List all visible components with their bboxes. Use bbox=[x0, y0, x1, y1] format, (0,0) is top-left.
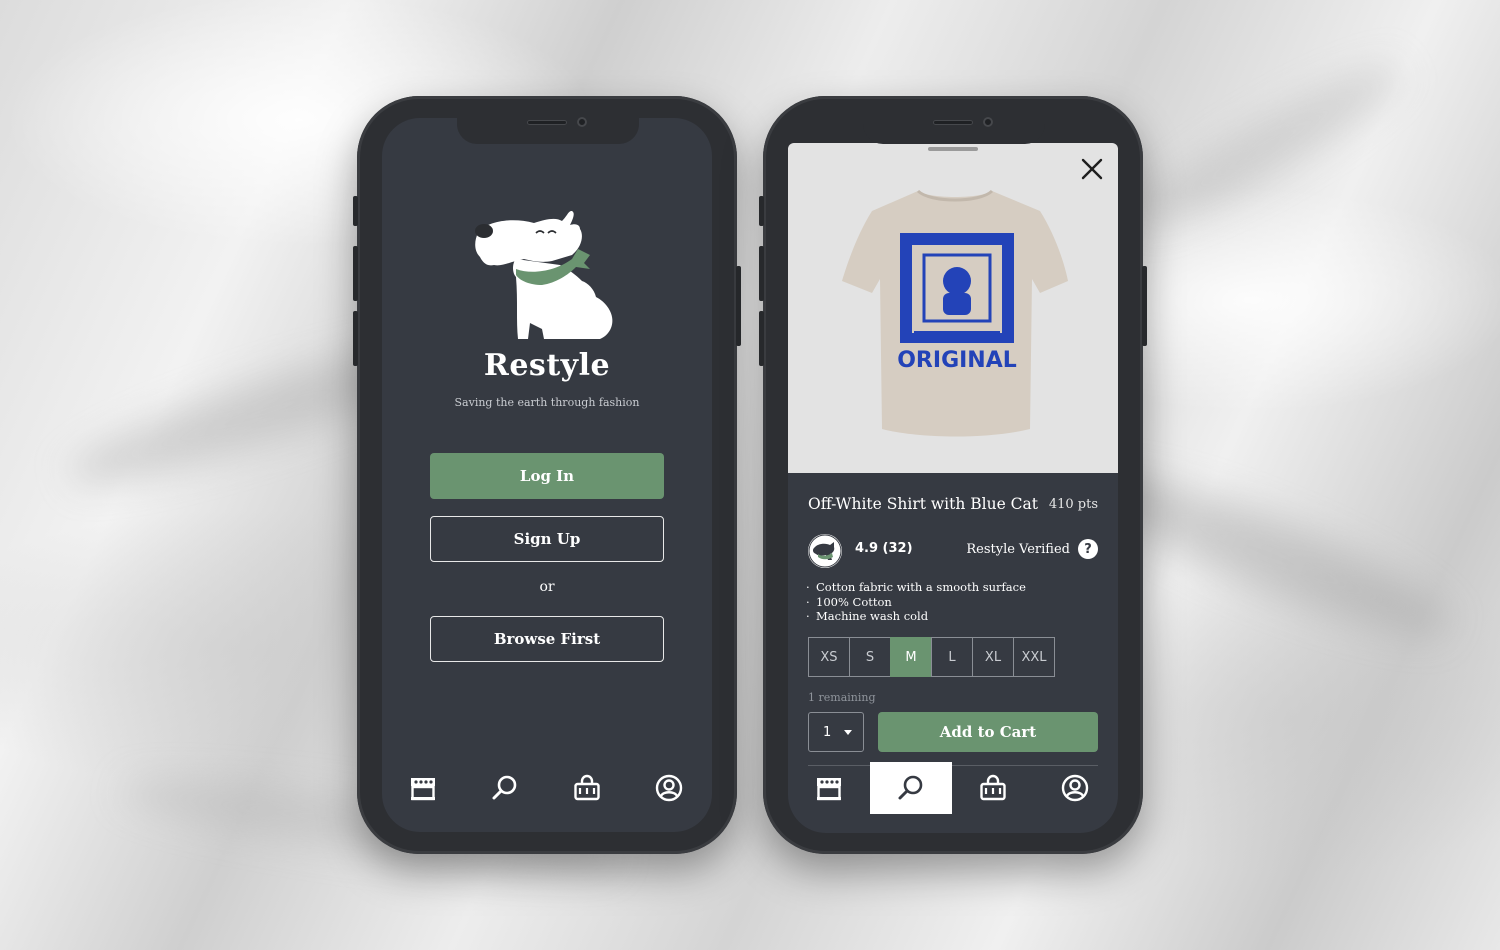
profile-icon bbox=[1061, 774, 1089, 802]
profile-icon bbox=[655, 774, 683, 802]
size-option-l[interactable]: L bbox=[931, 637, 973, 677]
search-icon bbox=[492, 775, 517, 800]
dog-logo-icon bbox=[475, 211, 613, 339]
seller-avatar[interactable] bbox=[808, 534, 842, 568]
tab-profile[interactable] bbox=[1034, 762, 1116, 814]
phone-notch bbox=[457, 117, 639, 144]
sheet-drag-handle[interactable] bbox=[928, 147, 978, 151]
app-tagline: Saving the earth through fashion bbox=[454, 396, 640, 409]
search-icon bbox=[898, 775, 923, 800]
detail-item: 100% Cotton bbox=[806, 595, 1026, 610]
size-option-m[interactable]: M bbox=[890, 637, 932, 677]
size-option-xxl[interactable]: XXL bbox=[1013, 637, 1055, 677]
detail-item: Machine wash cold bbox=[806, 609, 1026, 624]
quantity-select[interactable]: 1 bbox=[808, 712, 864, 752]
tab-search[interactable] bbox=[464, 762, 546, 814]
app-name: Restyle bbox=[483, 348, 611, 383]
bag-icon bbox=[980, 774, 1006, 801]
quantity-value: 1 bbox=[823, 724, 832, 740]
tab-search[interactable] bbox=[870, 762, 952, 814]
help-icon[interactable]: ? bbox=[1078, 539, 1098, 559]
tab-bag[interactable] bbox=[546, 762, 628, 814]
tab-bag[interactable] bbox=[952, 762, 1034, 814]
phone-product: ORIGINAL Off-White Shirt with Blue Cat 4… bbox=[759, 96, 1147, 854]
product-title: Off-White Shirt with Blue Cat bbox=[808, 495, 1039, 513]
seller-rating: 4.9 (32) bbox=[855, 541, 913, 556]
caret-down-icon bbox=[844, 730, 852, 735]
tab-bar bbox=[788, 762, 1118, 832]
product-details-list: Cotton fabric with a smooth surface 100%… bbox=[806, 580, 1026, 624]
size-selector: XS S M L XL XXL bbox=[808, 637, 1055, 677]
tab-shop[interactable] bbox=[382, 762, 464, 814]
verified-label: Restyle Verified bbox=[966, 542, 1070, 557]
phone-notch bbox=[863, 117, 1045, 144]
tab-bar bbox=[382, 762, 712, 832]
login-button[interactable]: Log In bbox=[430, 453, 664, 499]
or-divider-text: or bbox=[539, 579, 555, 595]
signup-button[interactable]: Sign Up bbox=[430, 516, 664, 562]
product-points: 410 pts bbox=[1048, 497, 1098, 512]
size-option-xl[interactable]: XL bbox=[972, 637, 1014, 677]
detail-item: Cotton fabric with a smooth surface bbox=[806, 580, 1026, 595]
tab-shop[interactable] bbox=[788, 762, 870, 814]
add-to-cart-button[interactable]: Add to Cart bbox=[878, 712, 1098, 752]
shop-icon bbox=[411, 778, 435, 801]
shop-icon bbox=[817, 778, 841, 801]
size-option-xs[interactable]: XS bbox=[808, 637, 850, 677]
product-image: ORIGINAL bbox=[788, 143, 1118, 473]
browse-first-button[interactable]: Browse First bbox=[430, 616, 664, 662]
tab-profile[interactable] bbox=[628, 762, 710, 814]
stock-remaining: 1 remaining bbox=[808, 691, 876, 704]
bag-icon bbox=[574, 774, 600, 801]
tshirt-image: ORIGINAL bbox=[842, 189, 1068, 437]
close-icon[interactable] bbox=[1080, 157, 1104, 181]
product-sheet: ORIGINAL Off-White Shirt with Blue Cat 4… bbox=[788, 143, 1118, 833]
phone-welcome: Restyle Saving the earth through fashion… bbox=[353, 96, 741, 854]
shirt-print-text: ORIGINAL bbox=[897, 348, 1017, 373]
size-option-s[interactable]: S bbox=[849, 637, 891, 677]
